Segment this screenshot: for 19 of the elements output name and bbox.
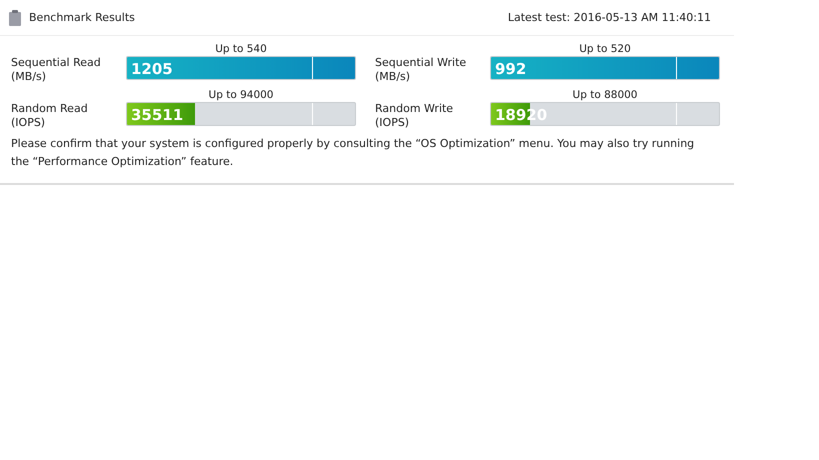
metric-name: Random Write [375,102,454,116]
latest-test-time: Latest test: 2016-05-13 AM 11:40:11 [508,11,711,24]
advice-text: Please confirm that your system is configured properly by consulting the “OS Optimization” menu. You may also try running the “Performance Optimization” feature. [11,136,696,170]
clipboard-icon [9,10,21,26]
metric-unit: (MB/s) [375,70,410,84]
metric-unit: (IOPS) [11,116,46,130]
max-value-label: Up to 540 [215,43,267,56]
metric-value: 1205 [131,60,173,78]
metric-unit: (MB/s) [11,70,46,84]
metric-value: 35511 [131,106,184,124]
metric-value: 992 [495,60,526,78]
metric-name: Sequential Read [11,56,101,70]
metric-name: Sequential Write [375,56,466,70]
panel-title: Benchmark Results [29,11,135,24]
max-value-label: Up to 94000 [208,89,274,102]
max-value-label: Up to 88000 [572,89,638,102]
max-value-label: Up to 520 [579,43,631,56]
metric-unit: (IOPS) [375,116,410,130]
metric-name: Random Read [11,102,88,116]
